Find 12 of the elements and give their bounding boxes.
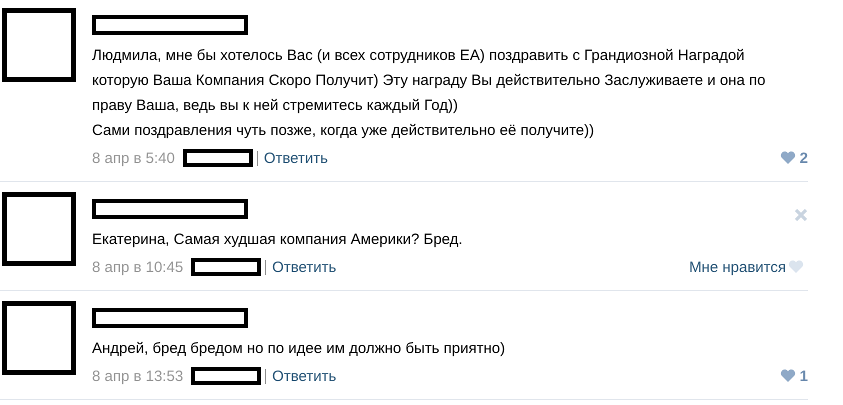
reply-link[interactable]: Ответить [272,368,336,384]
comment-date: 8 апр в 10:45 [92,258,184,276]
like-link[interactable]: Мне нравится [689,258,786,276]
like-count: 1 [800,368,808,384]
comment-text: Людмила, мне бы хотелось Вас (и всех сотрудников ЕА) поздравить с Грандиозной Наградой которую Ваша Компания Скоро Получит) Эту награду Вы действительно Заслуживаете и она по праву Ваша, ведь вы к ней стремитесь каждый Год)) Сами поздравления чуть позже, когда уже действительно её получите)) [92,46,766,141]
reply-link[interactable]: Ответить [272,258,336,276]
comment-date: 8 апр в 5:40 [92,150,175,166]
like-count: 2 [800,150,808,166]
reply-link[interactable]: Ответить [264,150,328,166]
comment-text: Екатерина, Самая худшая компания Америки? Бред. [92,230,464,250]
comment-text: Андрей, бред бредом но по идее им должно быть приятно) [92,339,506,359]
comment-date: 8 апр в 13:53 [92,368,184,384]
